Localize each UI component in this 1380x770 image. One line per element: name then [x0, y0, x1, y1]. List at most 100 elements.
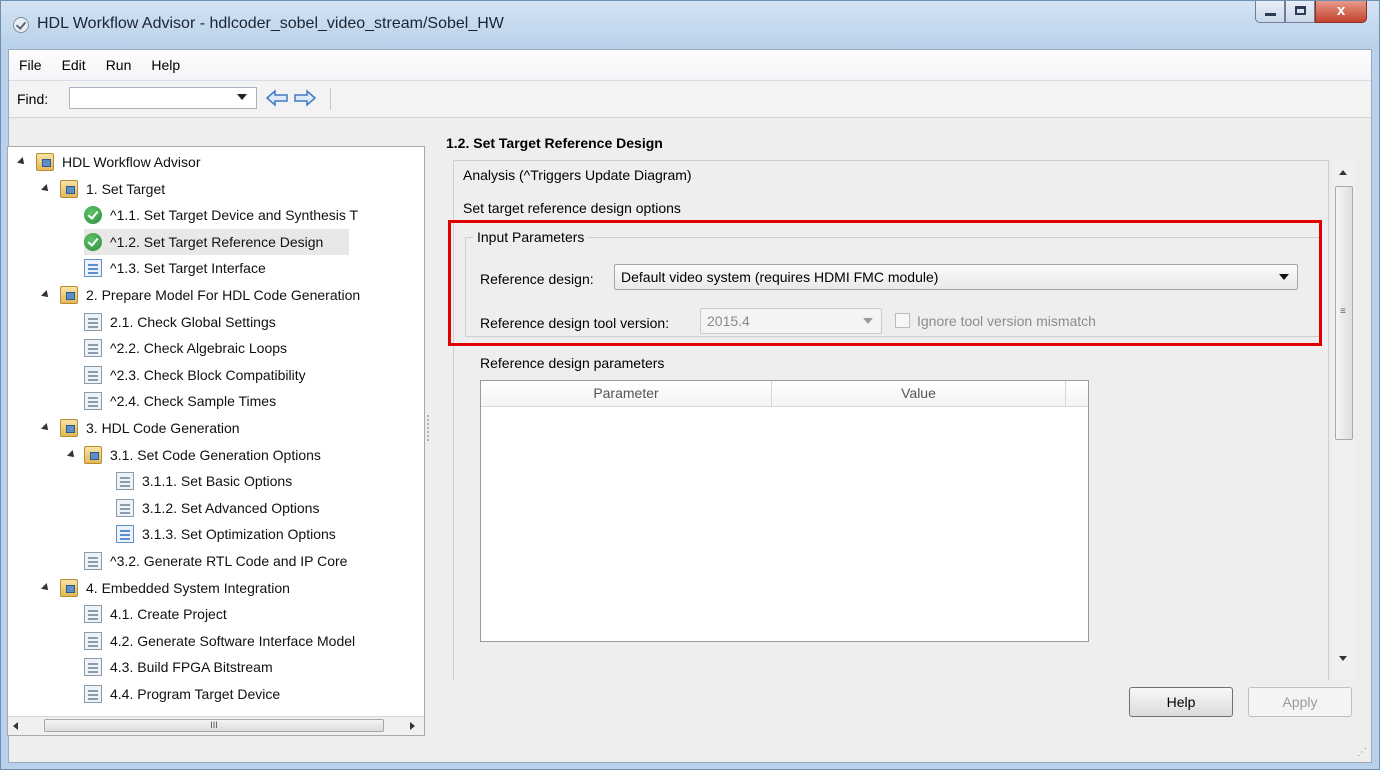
tree-item[interactable]: ^2.2. Check Algebraic Loops [84, 335, 287, 361]
tree-item-label: 4. Embedded System Integration [86, 579, 290, 596]
maximize-icon [1295, 6, 1306, 15]
tree-item-label: ^2.2. Check Algebraic Loops [110, 340, 288, 357]
menu-edit[interactable]: Edit [52, 57, 96, 73]
tree-item[interactable]: ^3.2. Generate RTL Code and IP Core [84, 548, 347, 574]
folder-icon [60, 179, 78, 198]
expand-triangle-icon[interactable] [17, 157, 27, 167]
apply-button[interactable]: Apply [1248, 687, 1352, 717]
tree-item-label: 3.1.2. Set Advanced Options [142, 499, 320, 516]
tree-item-label: ^1.3. Set Target Interface [110, 260, 266, 277]
find-label: Find: [17, 91, 49, 107]
expand-triangle-icon[interactable] [41, 423, 51, 433]
matlab-app-icon [13, 17, 29, 33]
tree-item[interactable]: ^1.3. Set Target Interface [84, 255, 266, 281]
scroll-grip-icon: ≡ [1340, 306, 1346, 317]
tree-item[interactable]: 3.1.3. Set Optimization Options [116, 521, 336, 547]
tree-item[interactable]: 3.1. Set Code Generation Options [67, 442, 321, 468]
tree-item[interactable]: 3. HDL Code Generation [41, 415, 240, 441]
scroll-right-icon[interactable] [410, 722, 415, 730]
tree-item[interactable]: 3.1.1. Set Basic Options [116, 468, 292, 494]
tree-item-label: 4.4. Program Target Device [110, 686, 281, 702]
analysis-label: Analysis (^Triggers Update Diagram) [463, 167, 696, 183]
menu-run[interactable]: Run [96, 57, 142, 73]
folder-icon [60, 286, 78, 304]
find-input[interactable] [69, 87, 257, 109]
tree-item-label: 3.1.1. Set Basic Options [142, 473, 293, 490]
task-icon [84, 339, 102, 358]
tree-item-label: ^2.4. Check Sample Times [110, 393, 277, 410]
pane-splitter[interactable] [427, 415, 431, 441]
tree-item[interactable]: 2.1. Check Global Settings [84, 309, 276, 335]
scroll-grip: III [210, 720, 218, 730]
scroll-down-icon[interactable] [1339, 656, 1347, 661]
tree-item-label: 4.3. Build FPGA Bitstream [110, 659, 273, 676]
check-pass-icon [84, 206, 102, 225]
tree-item[interactable]: 4.3. Build FPGA Bitstream [84, 654, 273, 680]
tree-item[interactable]: HDL Workflow Advisor [17, 149, 201, 175]
menu-help[interactable]: Help [141, 57, 190, 73]
task-title: 1.2. Set Target Reference Design [446, 135, 663, 151]
tree-item-label: 2. Prepare Model For HDL Code Generation [86, 287, 361, 303]
minimize-button[interactable] [1255, 1, 1285, 23]
help-button[interactable]: Help [1129, 687, 1233, 717]
tree-item-label: 4.1. Create Project [110, 606, 227, 623]
title-bar[interactable]: HDL Workflow Advisor - hdlcoder_sobel_vi… [1, 1, 1379, 49]
tree-item[interactable]: 1. Set Target [41, 176, 165, 202]
expand-triangle-icon[interactable] [41, 582, 51, 593]
tree-item[interactable]: 4. Embedded System Integration [41, 575, 290, 601]
tree-item[interactable]: ^2.4. Check Sample Times [84, 388, 276, 414]
task-icon [116, 525, 134, 544]
task-icon [84, 631, 102, 650]
tree-item[interactable]: 4.1. Create Project [84, 601, 227, 627]
tree-item-label: 3. HDL Code Generation [86, 420, 240, 436]
tree-item-label: 3.1. Set Code Generation Options [110, 446, 321, 463]
task-icon [84, 392, 102, 411]
tree-item-label: HDL Workflow Advisor [62, 154, 201, 170]
tree-item-label: 2.1. Check Global Settings [110, 313, 276, 330]
column-header-parameter[interactable]: Parameter [481, 381, 772, 407]
task-icon [84, 658, 102, 677]
task-icon [84, 605, 102, 624]
tree-item-label: ^3.2. Generate RTL Code and IP Core [110, 553, 348, 569]
expand-triangle-icon[interactable] [41, 183, 51, 194]
window-title: HDL Workflow Advisor - hdlcoder_sobel_vi… [37, 15, 504, 32]
rd-parameters-table[interactable]: Parameter Value [480, 380, 1089, 642]
tree-scroll-thumb[interactable]: III [44, 719, 384, 732]
scroll-left-icon[interactable] [13, 722, 18, 730]
check-pass-icon [84, 232, 102, 251]
tree-item[interactable]: 2. Prepare Model For HDL Code Generation [41, 282, 361, 308]
maximize-button[interactable] [1285, 1, 1315, 23]
scroll-up-icon[interactable] [1339, 170, 1347, 175]
close-button[interactable]: x [1315, 1, 1367, 23]
tree-item-label: 3.1.3. Set Optimization Options [142, 526, 336, 543]
expand-triangle-icon[interactable] [67, 449, 77, 460]
back-arrow-icon[interactable] [265, 89, 289, 107]
tree-item-label: 4.2. Generate Software Interface Model [110, 632, 356, 649]
task-icon [116, 472, 134, 491]
tree-item[interactable]: ^2.3. Check Block Compatibility [84, 362, 306, 388]
workflow-tree-panel: HDL Workflow Advisor 1. Set Target ^1.1. S… [7, 146, 425, 736]
task-icon [84, 312, 102, 331]
menu-file[interactable]: File [9, 57, 52, 73]
task-icon [84, 365, 102, 384]
folder-icon [60, 419, 78, 437]
tree-item[interactable]: 4.2. Generate Software Interface Model [84, 628, 355, 654]
resize-grip-icon[interactable]: ⋰ [1357, 747, 1367, 758]
tree-item[interactable]: 4.4. Program Target Device [84, 681, 280, 707]
find-dropdown-icon[interactable] [237, 94, 247, 100]
tree-item[interactable]: ^1.2. Set Target Reference Design [84, 228, 350, 255]
options-subtitle: Set target reference design options [463, 200, 681, 216]
column-header-value[interactable]: Value [772, 381, 1066, 407]
tree-item-label: ^1.1. Set Target Device and Synthesis T [110, 207, 359, 224]
tree-item[interactable]: ^1.1. Set Target Device and Synthesis T [84, 202, 358, 228]
toolbar: Find: [9, 81, 1371, 118]
folder-icon [36, 153, 54, 171]
forward-arrow-icon[interactable] [293, 89, 317, 107]
expand-triangle-icon[interactable] [41, 290, 51, 300]
tree-horizontal-scrollbar[interactable]: III [8, 716, 424, 735]
tree-item-label: ^2.3. Check Block Compatibility [110, 366, 306, 383]
menu-bar: File Edit Run Help [9, 50, 1371, 81]
rd-parameters-label: Reference design parameters [480, 355, 665, 371]
tree-item-label: ^1.2. Set Target Reference Design [110, 233, 324, 250]
tree-item[interactable]: 3.1.2. Set Advanced Options [116, 495, 319, 521]
